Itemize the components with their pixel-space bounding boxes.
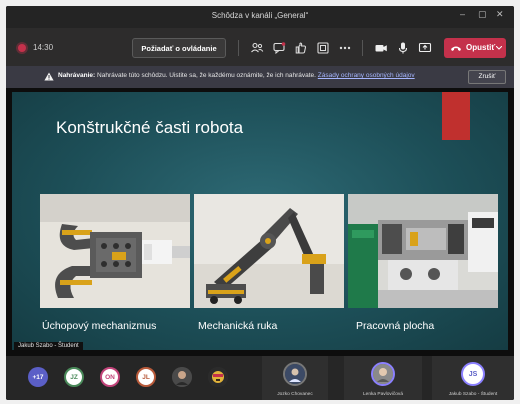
recording-notice-text: Nahrávanie: Nahrávate túto schôdzu. Uist… [58, 72, 454, 79]
dismiss-button[interactable]: Zrušiť [468, 70, 506, 84]
person-photo-icon [373, 364, 393, 384]
recording-notice-message: Nahrávate túto schôdzu. Uistite sa, že k… [97, 72, 316, 79]
shared-content-stage: Konštrukčné časti robota Úchopový mechan… [6, 88, 514, 356]
participant-name: Jakub Szabo - Študent [448, 392, 498, 397]
reactions-icon[interactable] [294, 41, 308, 55]
mechanical-arm-photo [194, 194, 344, 308]
participants-icon[interactable] [250, 41, 264, 55]
participants-strip: +17 JZ ON JL Jozko Chovanec Lenka Pavlov… [6, 356, 514, 400]
recording-notice-banner: Nahrávanie: Nahrávate túto schôdzu. Uist… [6, 66, 514, 88]
participant-avatar[interactable]: ON [100, 367, 120, 387]
chevron-down-icon[interactable] [496, 46, 502, 50]
meeting-timer: 14:30 [33, 43, 54, 52]
participant-photo-avatar[interactable] [208, 367, 228, 387]
request-control-button[interactable]: Požiadať o ovládanie [132, 38, 226, 58]
toolbar-divider [238, 40, 239, 56]
teams-meeting-window: Schôdza v kanáli „General“ – ▢ ✕ 14:30 P… [6, 6, 514, 400]
chat-icon[interactable] [272, 41, 286, 55]
participant-photo-avatar [371, 362, 395, 386]
participant-initials-avatar: JS [461, 362, 485, 386]
presentation-slide: Konštrukčné časti robota Úchopový mechan… [12, 92, 508, 350]
participant-tile[interactable]: Jozko Chovanec [262, 356, 328, 400]
overflow-participants-badge[interactable]: +17 [28, 367, 48, 387]
recording-notice-title: Nahrávanie: [58, 72, 96, 79]
participant-photo-avatar [283, 362, 307, 386]
participant-tile[interactable]: Lenka Pavlovičová [344, 356, 422, 400]
camera-icon[interactable] [374, 41, 388, 55]
cartoon-avatar-icon [208, 367, 228, 387]
minimize-icon[interactable]: – [460, 9, 465, 19]
work-area-photo [348, 194, 498, 308]
slide-title: Konštrukčné časti robota [56, 118, 244, 137]
rooms-icon[interactable] [316, 41, 330, 55]
privacy-policy-link[interactable]: Zásady ochrany osobných údajov [318, 72, 415, 79]
share-icon[interactable] [418, 41, 432, 55]
participant-name: Lenka Pavlovičová [363, 392, 403, 397]
recording-indicator-icon [18, 44, 26, 52]
gripper-photo [40, 194, 190, 308]
participant-tile[interactable]: JS Jakub Szabo - Študent [432, 356, 514, 400]
caption-mechanical-arm: Mechanická ruka [198, 320, 278, 332]
warning-icon [44, 72, 54, 81]
participant-photo-avatar[interactable] [172, 367, 192, 387]
toolbar-divider [362, 40, 363, 56]
leave-button[interactable]: Opustiť [444, 38, 506, 58]
close-icon[interactable]: ✕ [496, 9, 504, 20]
caption-gripper: Úchopový mechanizmus [42, 320, 157, 332]
window-titlebar: Schôdza v kanáli „General“ – ▢ ✕ [6, 6, 514, 28]
person-photo-icon [172, 367, 192, 387]
meeting-toolbar: 14:30 Požiadať o ovládanie Opustiť [6, 28, 514, 66]
participant-avatar[interactable]: JL [136, 367, 156, 387]
maximize-icon[interactable]: ▢ [478, 9, 487, 20]
presenter-name-tag: Jakub Szabo - Študent [14, 342, 83, 350]
participant-avatar[interactable]: JZ [64, 367, 84, 387]
microphone-icon[interactable] [396, 41, 410, 55]
phone-hangup-icon [451, 46, 461, 51]
person-photo-icon [285, 364, 305, 384]
participant-name: Jozko Chovanec [277, 392, 313, 397]
leave-label: Opustiť [466, 43, 496, 52]
window-title: Schôdza v kanáli „General“ [211, 11, 309, 20]
slide-accent-bar [442, 92, 470, 140]
caption-work-area: Pracovná plocha [356, 320, 435, 332]
more-icon[interactable] [338, 41, 352, 55]
